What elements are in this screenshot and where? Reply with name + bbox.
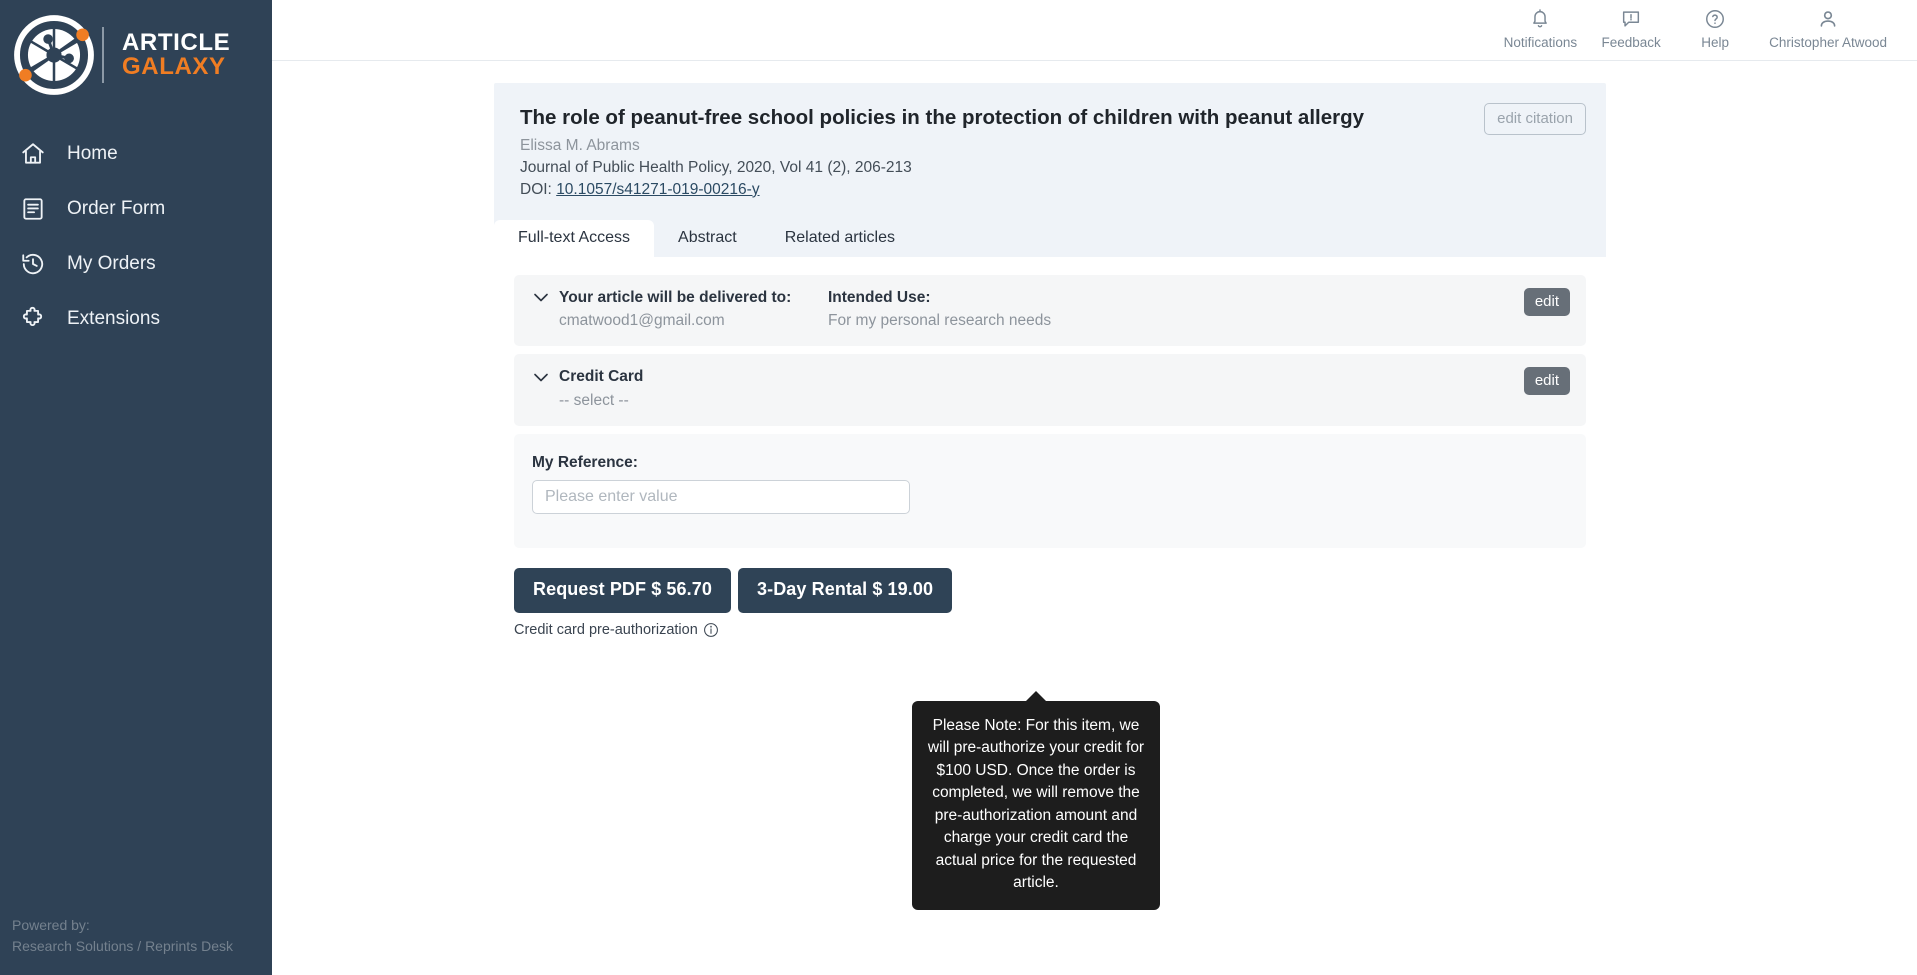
article-authors: Elissa M. Abrams (520, 136, 640, 154)
edit-payment-button[interactable]: edit (1523, 367, 1570, 396)
topbar-item-notifications[interactable]: Notifications (1492, 0, 1590, 50)
sidebar-item-label-home: Home (67, 142, 118, 164)
chevron-down-icon (532, 373, 550, 382)
powered-by-label: Powered by: (12, 917, 90, 933)
reference-section: My Reference: (514, 433, 1586, 548)
full-text-access-panel: Your article will be delivered to: cmatw… (494, 256, 1606, 638)
delivery-label: Your article will be delivered to: (559, 288, 792, 306)
topbar-label-feedback: Feedback (1601, 35, 1661, 50)
reference-label: My Reference: (532, 453, 638, 471)
question-circle-icon (1685, 4, 1745, 34)
bell-icon (1504, 4, 1578, 34)
sidebar-item-label-order-form: Order Form (67, 197, 166, 219)
user-account-icon (1769, 4, 1887, 34)
sidebar-item-my-orders[interactable]: My Orders (0, 236, 272, 291)
article-card: The role of peanut-free school policies … (494, 83, 1606, 638)
sidebar-footer: Powered by: Research Solutions / Reprint… (12, 915, 233, 957)
payment-value[interactable]: -- select -- (532, 392, 1568, 410)
article-doi: DOI: 10.1057/s41271-019-00216-y (520, 181, 1580, 217)
tab-related-articles[interactable]: Related articles (761, 220, 919, 257)
preauth-note: Credit card pre-authorization (514, 613, 1586, 638)
topbar-item-feedback[interactable]: Feedback (1589, 0, 1673, 50)
topbar-label-help: Help (1701, 35, 1730, 50)
app-root: ARTICLE GALAXY Home Order Form My Orders… (0, 0, 1917, 975)
delivery-section: Your article will be delivered to: cmatw… (514, 274, 1586, 347)
sidebar-nav: Home Order Form My Orders Extensions (0, 126, 272, 346)
sidebar: ARTICLE GALAXY Home Order Form My Orders… (0, 0, 272, 975)
preauth-tooltip: Please Note: For this item, we will pre-… (912, 691, 1160, 910)
sidebar-item-label-my-orders: My Orders (67, 252, 156, 274)
edit-delivery-button[interactable]: edit (1523, 287, 1570, 316)
history-clock-icon (18, 249, 48, 279)
sidebar-item-label-extensions: Extensions (67, 307, 160, 329)
order-actions: Request PDF $ 56.70 3-Day Rental $ 19.00 (514, 556, 1586, 613)
payment-section: Credit Card -- select -- edit (514, 354, 1586, 426)
topbar-label-notifications: Notifications (1503, 35, 1578, 50)
logo-divider (102, 27, 104, 83)
doi-label: DOI: (520, 180, 552, 198)
edit-citation-button[interactable]: edit citation (1484, 103, 1586, 135)
payment-label: Credit Card (559, 368, 644, 386)
article-galaxy-logo-icon (12, 13, 96, 97)
info-circle-icon[interactable] (703, 622, 719, 638)
intended-use-value: For my personal research needs (828, 312, 1052, 330)
doi-link[interactable]: 10.1057/s41271-019-00216-y (556, 181, 759, 198)
topbar-item-help[interactable]: Help (1673, 0, 1757, 50)
topbar-label-account: Christopher Atwood (1769, 35, 1887, 50)
delivery-label-row[interactable]: Your article will be delivered to: (532, 289, 828, 308)
topbar-item-account[interactable]: Christopher Atwood (1757, 0, 1899, 50)
sidebar-item-order-form[interactable]: Order Form (0, 181, 272, 236)
request-pdf-button[interactable]: Request PDF $ 56.70 (514, 567, 731, 613)
sidebar-item-home[interactable]: Home (0, 126, 272, 181)
tooltip-text: Please Note: For this item, we will pre-… (927, 717, 1145, 892)
home-icon (18, 139, 48, 169)
brand-name-line1: ARTICLE (122, 28, 231, 56)
article-header: The role of peanut-free school policies … (494, 83, 1606, 217)
content-area: The role of peanut-free school policies … (272, 61, 1917, 910)
page-title: The role of peanut-free school policies … (520, 106, 1365, 129)
chevron-down-icon (532, 293, 550, 302)
main-area: Notifications Feedback Help Christopher … (272, 0, 1917, 975)
puzzle-piece-icon (18, 304, 48, 334)
payment-label-row[interactable]: Credit Card (532, 368, 1568, 387)
topbar: Notifications Feedback Help Christopher … (272, 0, 1917, 61)
tooltip-arrow (1025, 691, 1047, 702)
brand-name: ARTICLE GALAXY (122, 28, 231, 80)
preauth-label: Credit card pre-authorization (514, 621, 698, 638)
article-journal: Journal of Public Health Policy, 2020, V… (520, 158, 912, 176)
tab-full-text-access[interactable]: Full-text Access (494, 219, 655, 257)
sidebar-item-extensions[interactable]: Extensions (0, 291, 272, 346)
comment-alert-icon (1601, 4, 1661, 34)
delivery-email: cmatwood1@gmail.com (559, 312, 725, 330)
powered-by-company: Research Solutions / Reprints Desk (12, 938, 233, 954)
tab-abstract[interactable]: Abstract (654, 220, 761, 257)
rental-button[interactable]: 3-Day Rental $ 19.00 (737, 567, 953, 613)
intended-use-label: Intended Use: (828, 288, 931, 306)
brand-logo[interactable]: ARTICLE GALAXY (0, 0, 272, 100)
article-tabs: Full-text Access Abstract Related articl… (494, 216, 1606, 257)
brand-name-line2: GALAXY (122, 53, 226, 80)
document-icon (18, 194, 48, 224)
reference-input[interactable] (532, 479, 910, 514)
